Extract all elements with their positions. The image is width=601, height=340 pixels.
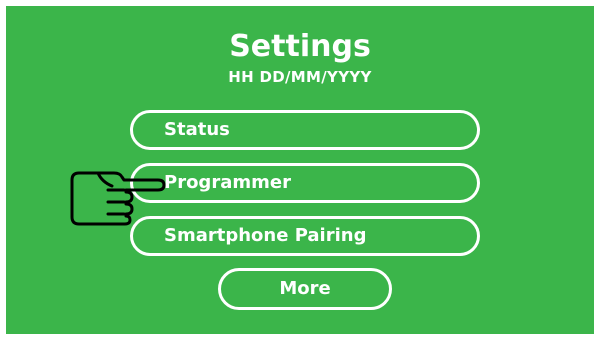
page-title: Settings (229, 29, 371, 64)
programmer-button[interactable]: Programmer (130, 163, 480, 203)
pointing-hand-icon (70, 171, 166, 226)
smartphone-pairing-button[interactable]: Smartphone Pairing (130, 216, 480, 256)
more-button[interactable]: More (218, 268, 392, 310)
datetime-display: HH DD/MM/YYYY (228, 68, 372, 86)
settings-screen: Settings HH DD/MM/YYYY Status Programmer… (6, 6, 594, 334)
status-button[interactable]: Status (130, 110, 480, 150)
